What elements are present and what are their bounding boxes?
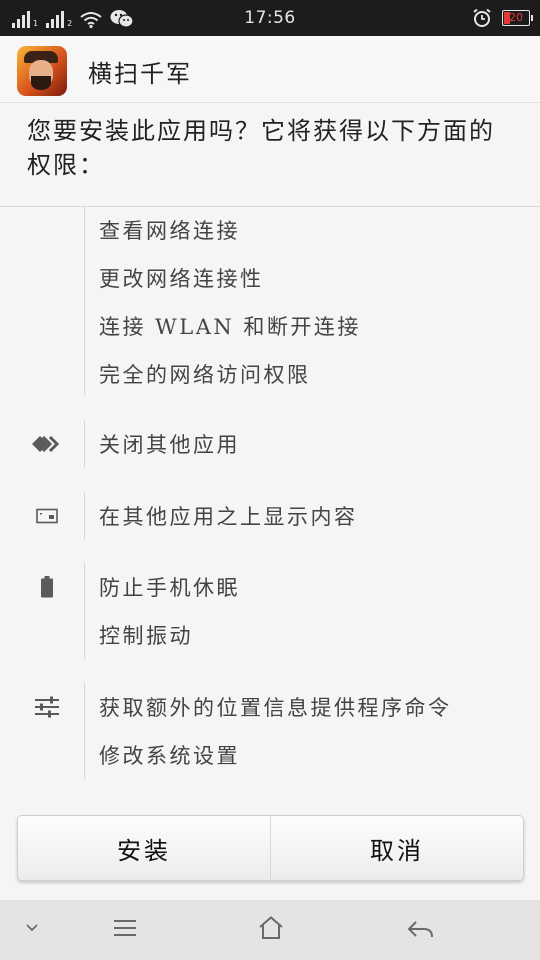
back-icon[interactable] <box>406 919 434 939</box>
chevron-down-icon[interactable] <box>26 924 38 932</box>
permission-item: 获取额外的位置信息提供程序命令 <box>99 696 452 720</box>
permission-group-apps: 关闭其他应用 <box>0 420 540 468</box>
app-header: 横扫千军 <box>0 36 540 103</box>
permission-group-device: 防止手机休眠 控制振动 <box>0 563 540 659</box>
window-icon <box>28 504 66 528</box>
alarm-icon <box>473 8 491 27</box>
install-button[interactable]: 安装 <box>18 816 270 880</box>
action-button-bar: 安装 取消 <box>17 815 524 881</box>
permission-group-network: 查看网络连接 更改网络连接性 连接 WLAN 和断开连接 完全的网络访问权限 <box>0 207 540 397</box>
apps-icon <box>28 432 66 456</box>
permission-item: 控制振动 <box>99 624 193 648</box>
permission-group-overlay: 在其他应用之上显示内容 <box>0 492 540 540</box>
menu-icon[interactable] <box>113 918 137 938</box>
permission-item: 更改网络连接性 <box>99 267 264 291</box>
app-name: 横扫千军 <box>88 60 192 88</box>
settings-sliders-icon <box>28 695 66 719</box>
status-time: 17:56 <box>244 8 296 28</box>
permission-group-settings: 获取额外的位置信息提供程序命令 修改系统设置 <box>0 683 540 779</box>
install-prompt: 您要安装此应用吗？它将获得以下方面的权限： <box>27 117 495 179</box>
permission-item: 完全的网络访问权限 <box>99 363 311 387</box>
permission-item: 防止手机休眠 <box>99 576 240 600</box>
cancel-button[interactable]: 取消 <box>270 816 523 880</box>
permission-item: 连接 WLAN 和断开连接 <box>99 315 361 339</box>
status-bar: 1 2 17:56 20 <box>0 0 540 36</box>
permission-item: 修改系统设置 <box>99 744 240 768</box>
group-divider-line <box>84 683 85 779</box>
group-divider-line <box>84 207 85 395</box>
group-divider-line <box>84 420 85 468</box>
battery-icon <box>28 575 66 599</box>
permission-item: 查看网络连接 <box>99 219 240 243</box>
battery-level: 20 <box>509 11 523 24</box>
battery-icon: 20 <box>502 10 533 26</box>
group-divider-line <box>84 563 85 659</box>
home-icon[interactable] <box>258 916 284 940</box>
app-icon <box>17 46 67 96</box>
permission-item: 关闭其他应用 <box>99 433 240 457</box>
permission-item: 在其他应用之上显示内容 <box>99 505 358 529</box>
navigation-bar <box>0 900 540 960</box>
group-divider-line <box>84 492 85 540</box>
status-right-icons: 20 <box>472 8 533 28</box>
